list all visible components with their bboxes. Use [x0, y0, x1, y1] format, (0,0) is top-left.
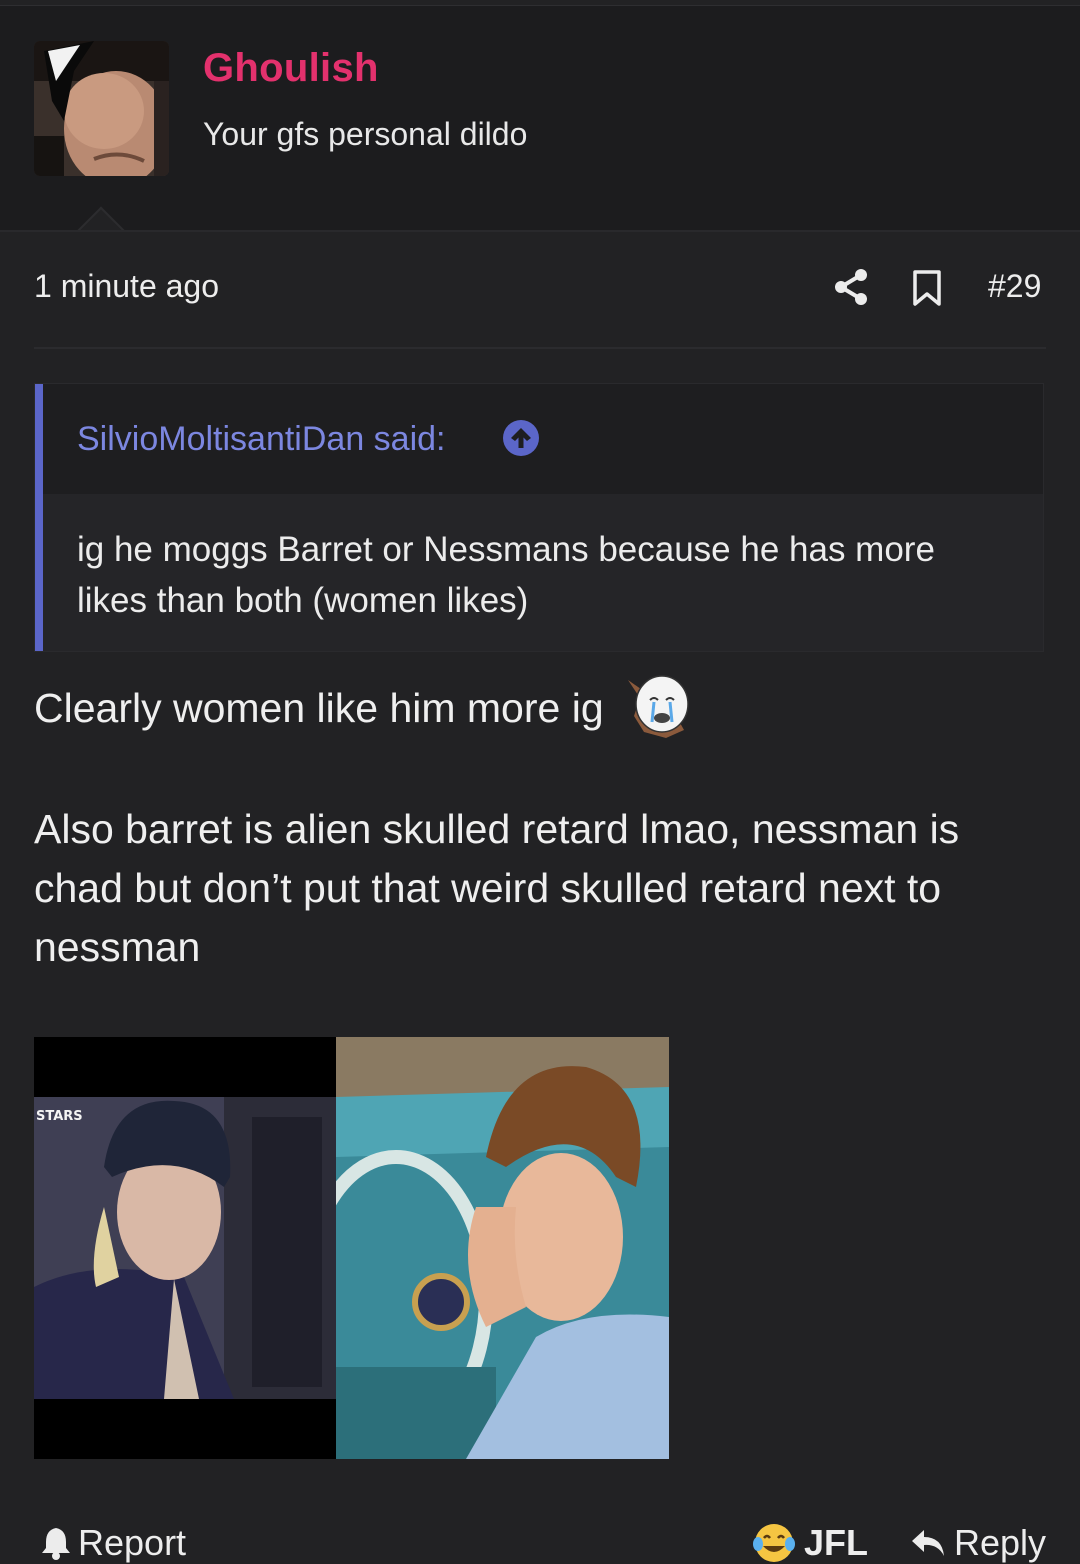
quote-text: ig he moggs Barret or Nessmans because h… — [77, 530, 935, 620]
user-title: Your gfs personal dildo — [203, 116, 528, 152]
quote-header: SilvioMoltisantiDan said: — [43, 384, 1043, 494]
reaction-button[interactable]: JFL — [752, 1522, 868, 1564]
header-divider — [0, 230, 1080, 232]
tears-of-joy-icon — [753, 1524, 795, 1562]
bell-icon — [42, 1528, 70, 1560]
reply-button[interactable]: Reply — [910, 1522, 1046, 1564]
report-button[interactable]: Report — [40, 1522, 186, 1564]
attached-image-right[interactable] — [336, 1037, 669, 1459]
message-line: Clearly women like him more ig — [34, 685, 604, 731]
post-number-link[interactable]: #29 — [988, 268, 1041, 305]
share-icon[interactable] — [833, 268, 869, 306]
report-label: Report — [78, 1522, 187, 1563]
username[interactable]: Ghoulish — [203, 46, 379, 91]
image-watermark: STARS — [36, 1109, 83, 1124]
crying-wojak-sticker — [628, 675, 689, 738]
header-notch — [76, 200, 126, 230]
post-timestamp[interactable]: 1 minute ago — [34, 268, 219, 305]
reaction-label: JFL — [804, 1522, 869, 1563]
quote-accent-bar — [35, 384, 43, 651]
meta-divider — [34, 347, 1046, 349]
bookmark-icon[interactable] — [912, 270, 942, 306]
quote-author-link[interactable]: SilvioMoltisantiDan said: — [77, 420, 446, 459]
avatar[interactable] — [34, 41, 169, 176]
reply-arrow-icon — [912, 1530, 944, 1556]
post-page: Ghoulish Your gfs personal dildo 1 minut… — [0, 0, 1080, 1564]
quote-body: ig he moggs Barret or Nessmans because h… — [43, 494, 1043, 651]
message-paragraph: Also barret is alien skulled retard lmao… — [34, 806, 960, 970]
up-arrow-icon[interactable] — [503, 420, 539, 456]
user-header: Ghoulish Your gfs personal dildo — [0, 6, 1080, 232]
attached-image-left[interactable]: STARS — [34, 1037, 336, 1459]
quote-block: SilvioMoltisantiDan said: ig he moggs Ba… — [34, 383, 1044, 652]
reply-label: Reply — [954, 1522, 1047, 1563]
